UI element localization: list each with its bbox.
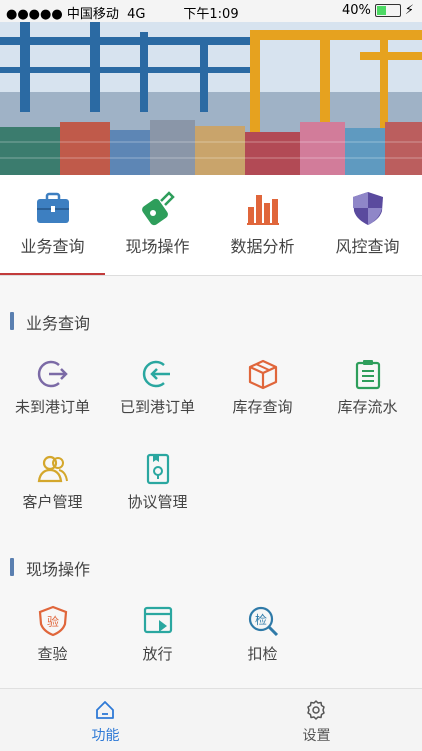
section-title-field-operation: 现场操作 [10,556,90,580]
item-label: 已到港订单 [119,398,195,416]
bottom-nav: 功能 设置 [0,688,422,751]
logout-icon [37,360,68,388]
battery-status: 40% ⚡ [341,3,414,18]
item-label: 库存查询 [232,398,293,416]
tab-label: 风控查询 [335,237,400,256]
inventory-flow-button[interactable]: 库存流水 [315,358,420,438]
bar-chart-icon [247,195,279,225]
item-label: 库存流水 [337,398,398,416]
port-banner-image [0,22,422,175]
charging-icon: ⚡ [404,3,414,18]
shield-icon [353,192,383,225]
briefcase-icon [37,192,69,223]
tab-risk-query[interactable]: 风控查询 [315,175,420,275]
search-check-icon: 检 [248,606,279,637]
nav-functions[interactable]: 功能 [0,689,211,751]
nav-label: 功能 [91,728,120,744]
box-icon [248,359,278,390]
inventory-query-button[interactable]: 库存查询 [210,358,315,438]
release-icon [143,606,173,634]
inspect-badge-icon: 验 [38,605,68,637]
scan-device-icon [142,191,175,226]
customer-management-button[interactable]: 客户管理 [0,453,105,533]
tab-field-operation[interactable]: 现场操作 [105,175,210,275]
inspection-button[interactable]: 验 查验 [0,605,105,685]
nav-label: 设置 [302,728,331,744]
release-button[interactable]: 放行 [105,605,210,685]
tab-business-query[interactable]: 业务查询 [0,175,105,275]
hold-inspection-button[interactable]: 检 扣检 [210,605,315,685]
svg-text:验: 验 [47,614,59,629]
section-title-business-query: 业务查询 [10,310,90,334]
agreement-management-button[interactable]: 协议管理 [105,453,210,533]
function-tabs: 业务查询 现场操作 数据分析 风控查询 [0,175,422,276]
gear-icon [307,700,325,720]
item-label: 查验 [37,645,68,663]
item-label: 未到港订单 [14,398,90,416]
arrived-orders-button[interactable]: 已到港订单 [105,358,210,438]
clipboard-list-icon [355,360,381,390]
tab-label: 数据分析 [230,237,295,256]
login-icon [142,360,170,388]
home-icon [96,701,114,719]
not-arrived-orders-button[interactable]: 未到港订单 [0,358,105,438]
tab-label: 现场操作 [125,237,190,256]
tab-data-analysis[interactable]: 数据分析 [210,175,315,275]
svg-text:检: 检 [255,612,267,627]
nav-settings[interactable]: 设置 [211,689,422,751]
users-icon [37,455,68,483]
battery-icon [374,4,401,17]
item-label: 扣检 [247,645,278,663]
tab-label: 业务查询 [20,237,85,256]
agreement-icon [146,453,170,485]
item-label: 协议管理 [127,493,188,511]
item-label: 放行 [142,645,173,663]
status-bar: ●●●●● 中国移动 4G 下午1:09 40% ⚡ [0,0,422,22]
item-label: 客户管理 [22,493,83,511]
